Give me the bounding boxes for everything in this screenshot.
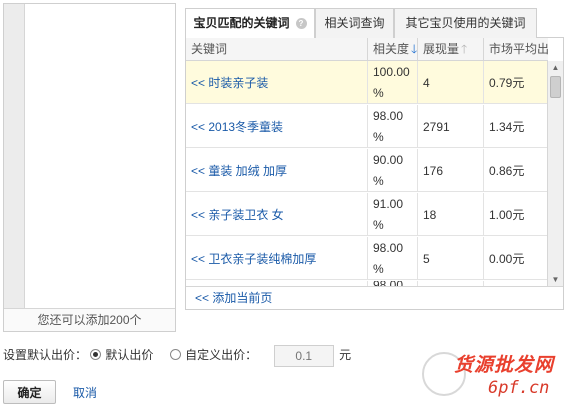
add-keyword-link[interactable]: << 2013冬季童装 <box>191 118 283 135</box>
relevance-value: 100.00 % <box>373 64 410 100</box>
custom-bid-radio[interactable] <box>170 349 182 360</box>
scroll-thumb[interactable] <box>550 76 561 98</box>
arrow-down-icon[interactable]: 🡓 <box>411 42 417 56</box>
relevance-value: 98.00 % <box>373 108 404 144</box>
relevance-cell: 98.00 % <box>368 237 418 280</box>
default-bid-label: 设置默认出价： <box>3 348 88 362</box>
custom-bid-input[interactable] <box>273 344 334 367</box>
relevance-value: 90.00 % <box>373 152 404 188</box>
keyword-table: 关键词 相关度🡓 展现量🡑 市场平均出价 << 时装亲子装 100.00 % 4… <box>185 38 564 310</box>
default-bid-settings: 设置默认出价： 默认出价 自定义出价： 元 <box>3 344 352 367</box>
add-keyword-link[interactable]: << 亲子装卫衣 女 <box>191 206 284 223</box>
arrow-up-icon[interactable]: 🡑 <box>461 42 467 56</box>
keyword-cell[interactable]: << 2013冬季童装 <box>186 105 368 148</box>
watermark-logo: 货源批发网 6pf.cn <box>420 346 565 406</box>
column-impressions[interactable]: 展现量 🡑 <box>418 38 484 60</box>
confirm-button[interactable]: 确定 <box>3 380 56 404</box>
relevance-value: 98.00 % <box>373 240 404 276</box>
tab-matched-keywords-label: 宝贝匹配的关键词 <box>193 16 290 30</box>
add-keyword-link[interactable]: << 童装 加绒 加厚 <box>191 162 287 179</box>
relevance-cell: 91.00 % <box>368 193 418 236</box>
keyword-cell[interactable]: << 童装 加绒 加厚 <box>186 149 368 192</box>
default-bid-radio[interactable] <box>90 349 102 360</box>
impressions-cell: 176 <box>418 149 484 192</box>
table-row[interactable]: << 亲子装卫衣 女 91.00 % 18 1.00元 <box>186 193 548 236</box>
avg-price-cell: 0.86元 <box>489 164 525 178</box>
impressions-cell: 2791 <box>418 105 484 148</box>
tab-related-search[interactable]: 相关词查询 <box>315 8 394 38</box>
column-impressions-label: 展现量 <box>423 42 460 56</box>
cancel-link[interactable]: 取消 <box>73 384 97 401</box>
bid-unit-label: 元 <box>339 348 352 362</box>
add-keyword-link[interactable]: << 时装亲子装 <box>191 74 268 91</box>
left-panel-scrollbar[interactable] <box>4 4 25 309</box>
avg-price-cell: 1.34元 <box>489 120 525 134</box>
table-row[interactable]: << 时装亲子装 100.00 % 4 0.79元 <box>186 61 548 104</box>
avg-price-cell: 0.00元 <box>489 252 525 266</box>
column-relevance-label: 相关度 <box>373 42 410 56</box>
table-row[interactable]: << 2013冬季童装 98.00 % 2791 1.34元 <box>186 105 548 148</box>
watermark-url: 6pf.cn <box>488 378 550 398</box>
keyword-cell[interactable]: << 亲子装卫衣 女 <box>186 193 368 236</box>
watermark-title: 货源批发网 <box>454 354 555 376</box>
table-header: 关键词 相关度🡓 展现量🡑 市场平均出价 <box>186 38 548 61</box>
tab-related-search-label: 相关词查询 <box>324 16 385 30</box>
column-keyword: 关键词 <box>186 38 368 60</box>
tab-other-items-keywords-label: 其它宝贝使用的关键词 <box>405 16 526 30</box>
add-keyword-link[interactable]: << 卫衣亲子装纯棉加厚 <box>191 250 316 267</box>
relevance-cell: 100.00 % <box>368 61 418 104</box>
relevance-cell: 98.00 % <box>368 105 418 148</box>
remaining-count-text: 您还可以添加200个 <box>4 308 175 331</box>
watermark-circle-icon <box>422 352 466 396</box>
help-icon[interactable]: ? <box>295 18 307 29</box>
scroll-down-icon[interactable]: ▼ <box>548 273 563 287</box>
table-row[interactable]: << 卫衣亲子装纯棉加厚 98.00 % 5 0.00元 <box>186 237 548 280</box>
relevance-value: 91.00 % <box>373 196 404 232</box>
keyword-source-panel: 宝贝匹配的关键词? 相关词查询 其它宝贝使用的关键词 关键词 相关度 🡓 展现量 🡑… <box>185 3 564 310</box>
table-scrollbar[interactable]: ▲ ▼ <box>547 61 563 287</box>
relevance-cell: 90.00 % <box>368 149 418 192</box>
scroll-up-icon[interactable]: ▲ <box>548 61 563 75</box>
column-avg-price-label: 市场平均出价 <box>489 42 548 56</box>
column-avg-price: 市场平均出价 <box>484 38 548 60</box>
impressions-cell: 18 <box>418 193 484 236</box>
column-relevance[interactable]: 相关度 🡓 <box>368 38 418 60</box>
keyword-cell[interactable]: << 卫衣亲子装纯棉加厚 <box>186 237 368 280</box>
avg-price-cell: 1.00元 <box>489 208 525 222</box>
custom-bid-option-label: 自定义出价： <box>185 348 258 362</box>
impressions-cell: 4 <box>418 61 484 104</box>
table-row[interactable]: << 童装 加绒 加厚 90.00 % 176 0.86元 <box>186 149 548 192</box>
tab-other-items-keywords[interactable]: 其它宝贝使用的关键词 <box>394 8 537 38</box>
avg-price-cell: 0.79元 <box>489 76 525 90</box>
tab-bar: 宝贝匹配的关键词? 相关词查询 其它宝贝使用的关键词 <box>185 3 564 39</box>
default-bid-option-label: 默认出价 <box>105 348 154 362</box>
tab-matched-keywords[interactable]: 宝贝匹配的关键词? <box>185 8 315 39</box>
keyword-cell[interactable]: << 时装亲子装 <box>186 61 368 104</box>
table-body: << 时装亲子装 100.00 % 4 0.79元 << 2013冬季童装 98… <box>186 61 548 287</box>
column-keyword-label: 关键词 <box>191 42 228 56</box>
selected-keywords-panel: 您还可以添加200个 <box>3 3 176 332</box>
add-current-page-link[interactable]: << 添加当前页 <box>186 286 563 309</box>
impressions-cell: 5 <box>418 237 484 280</box>
